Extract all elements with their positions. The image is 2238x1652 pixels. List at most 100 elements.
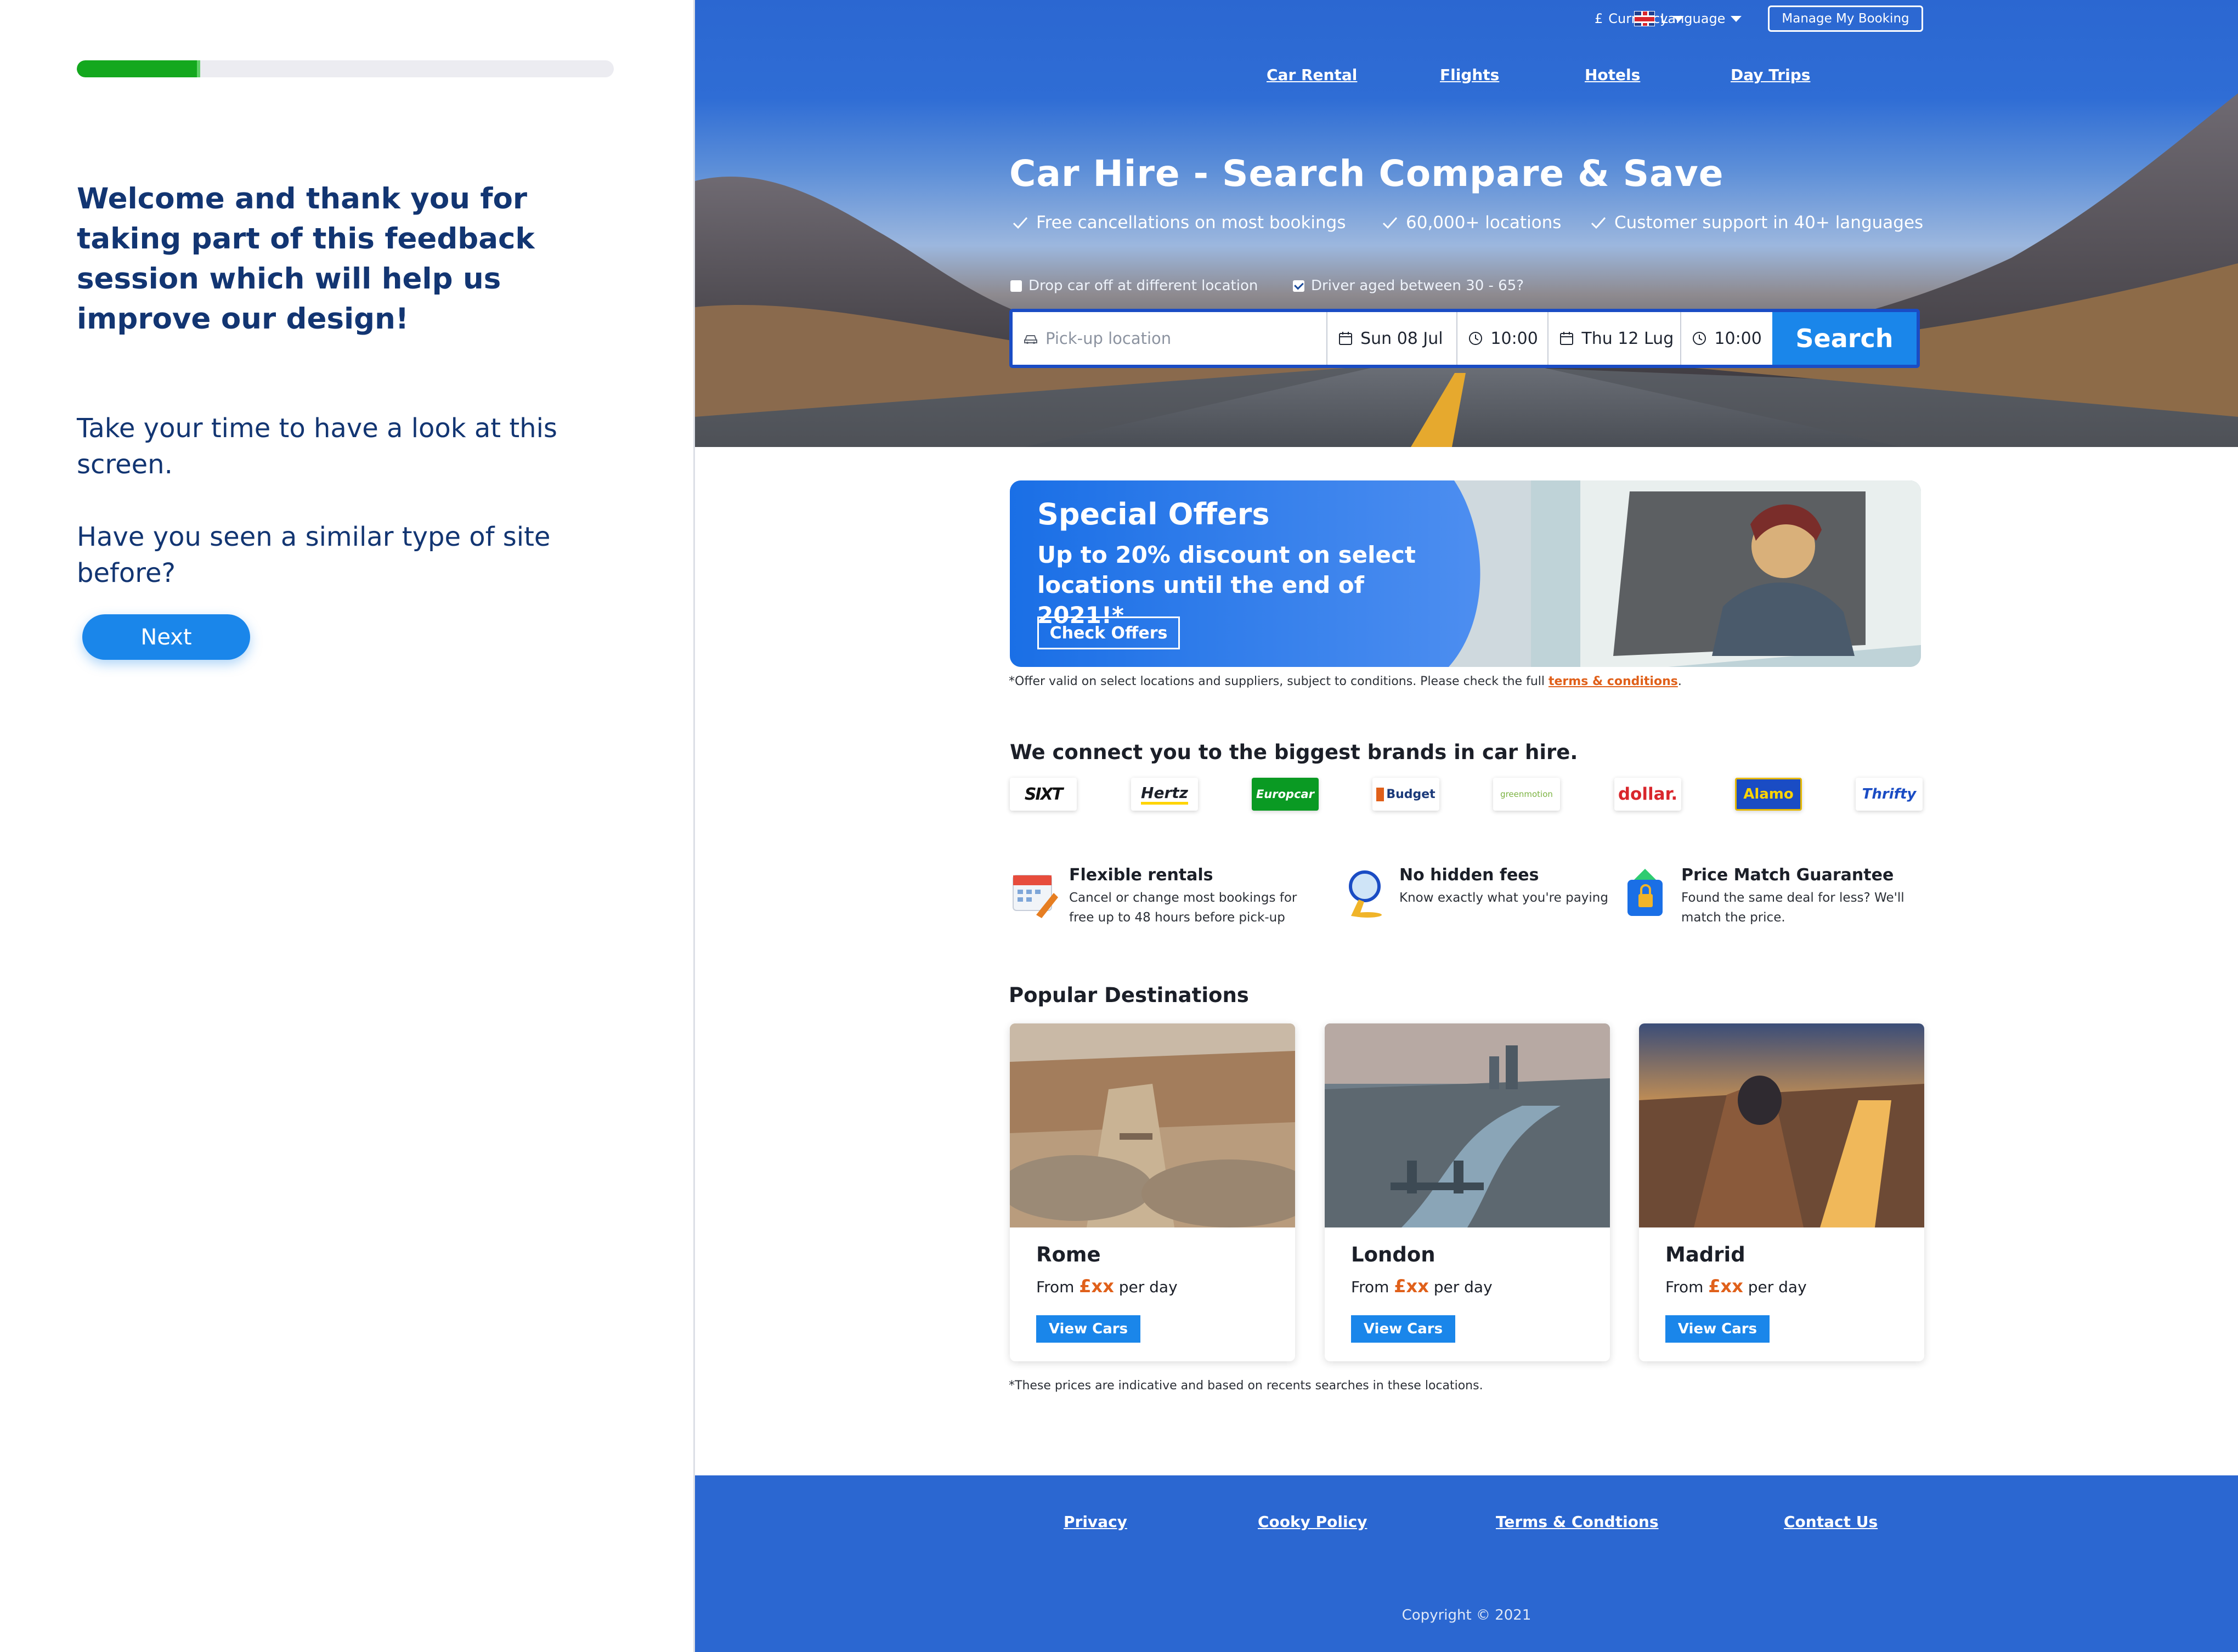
- price-prefix: From: [1351, 1278, 1389, 1296]
- offer-fineprint: *Offer valid on select locations and sup…: [1009, 675, 1682, 688]
- benefit-text: 60,000+ locations: [1406, 213, 1562, 233]
- destination-price: From £xx per day: [1665, 1276, 1807, 1297]
- clock-icon: [1693, 332, 1706, 345]
- price-prefix: From: [1665, 1278, 1704, 1296]
- clock-icon: [1469, 332, 1483, 345]
- manage-booking-button[interactable]: Manage My Booking: [1768, 5, 1923, 32]
- price-amount: £xx: [1079, 1276, 1114, 1297]
- rome-photo-image: [1010, 1023, 1295, 1227]
- brand-name: Hertz: [1141, 784, 1188, 805]
- footer-terms-link[interactable]: Terms & Condtions: [1496, 1513, 1659, 1531]
- search-button[interactable]: Search: [1772, 312, 1917, 365]
- nav-flights[interactable]: Flights: [1440, 66, 1499, 84]
- search-bar: Pick-up location Sun 08 Jul 10:00 Thu 12…: [1009, 309, 1920, 368]
- car-icon: [1024, 335, 1037, 344]
- site-footer: Privacy Cooky Policy Terms & Condtions C…: [695, 1475, 2238, 1652]
- pickup-location-placeholder: Pick-up location: [1045, 329, 1172, 348]
- view-cars-button[interactable]: View Cars: [1036, 1315, 1140, 1343]
- brand-name: Thrifty: [1862, 786, 1917, 802]
- feature-price-match: Price Match Guarantee Found the same dea…: [1622, 865, 1917, 927]
- price-suffix: per day: [1433, 1278, 1493, 1296]
- nav-hotels[interactable]: Hotels: [1585, 66, 1640, 84]
- currency-symbol: £: [1595, 11, 1603, 26]
- brand-name: Budget: [1376, 787, 1436, 801]
- brand-name: SIXT: [1024, 784, 1063, 804]
- price-amount: £xx: [1708, 1276, 1743, 1297]
- welcome-message: Welcome and thank you for taking part of…: [77, 182, 535, 336]
- brand-logo-greenmotion: greenmotion: [1493, 778, 1560, 811]
- copyright-text: Copyright © 2021: [1401, 1607, 1531, 1623]
- brand-logo-alamo: Alamo: [1735, 778, 1802, 811]
- dropoff-option-label: Drop car off at different location: [1028, 278, 1258, 294]
- nav-car-rental[interactable]: Car Rental: [1267, 66, 1357, 84]
- nav-day-trips[interactable]: Day Trips: [1731, 66, 1810, 84]
- footer-privacy-link[interactable]: Privacy: [1064, 1513, 1127, 1531]
- price-amount: £xx: [1394, 1276, 1429, 1297]
- question-prompt: Have you seen a similar type of site bef…: [77, 522, 551, 589]
- pickup-date-value: Sun 08 Jul: [1360, 329, 1443, 348]
- calendar-icon: [1560, 332, 1574, 345]
- brand-name: dollar.: [1618, 784, 1678, 804]
- check-icon: [1013, 217, 1028, 229]
- next-button[interactable]: Next: [82, 614, 250, 660]
- feature-text: Cancel or change most bookings for free …: [1069, 891, 1297, 925]
- destination-name: Madrid: [1665, 1243, 1745, 1266]
- price-suffix: per day: [1748, 1278, 1807, 1296]
- benefit-item: 60,000+ locations: [1382, 213, 1561, 233]
- footer-cookie-link[interactable]: Cooky Policy: [1258, 1513, 1367, 1531]
- benefit-text: Free cancellations on most bookings: [1036, 213, 1346, 233]
- price-suffix: per day: [1118, 1278, 1178, 1296]
- car-hire-site: £ Currency Language Manage My Booking Ca…: [695, 0, 2238, 1652]
- feature-flexible-rentals: Flexible rentals Cancel or change most b…: [1010, 865, 1299, 927]
- survey-panel: Welcome and thank you for taking part of…: [0, 0, 695, 1652]
- brand-name: greenmotion: [1500, 789, 1553, 799]
- footer-contact-link[interactable]: Contact Us: [1784, 1513, 1878, 1531]
- uk-flag-icon: [1634, 11, 1655, 26]
- brand-logo-thrifty: Thrifty: [1856, 778, 1923, 811]
- dropoff-checkbox[interactable]: [1010, 280, 1022, 292]
- london-photo-image: [1325, 1023, 1610, 1227]
- view-cars-button[interactable]: View Cars: [1665, 1315, 1770, 1343]
- magnifier-icon: [1349, 870, 1382, 918]
- check-icon: [1382, 217, 1398, 229]
- wallet-lock-icon: [1627, 869, 1663, 916]
- pickup-date-field[interactable]: Sun 08 Jul: [1327, 312, 1458, 365]
- pickup-time-field[interactable]: 10:00: [1457, 312, 1549, 365]
- prices-note: *These prices are indicative and based o…: [1009, 1379, 1483, 1393]
- special-offers-banner: Special Offers Up to 20% discount on sel…: [1010, 480, 1921, 667]
- pickup-location-input[interactable]: Pick-up location: [1013, 312, 1328, 365]
- brand-name: Europcar: [1256, 788, 1315, 801]
- feature-title: No hidden fees: [1399, 865, 1539, 885]
- madrid-photo-image: [1639, 1023, 1924, 1227]
- dropoff-date-value: Thu 12 Lug: [1581, 329, 1674, 348]
- check-icon: [1591, 217, 1606, 229]
- chevron-down-icon: [1731, 15, 1742, 22]
- view-cars-button[interactable]: View Cars: [1351, 1315, 1455, 1343]
- calendar-icon: [1013, 875, 1058, 918]
- hero-title: Car Hire - Search Compare & Save: [1009, 152, 1724, 195]
- dropoff-time-value: 10:00: [1714, 329, 1762, 348]
- brand-name: Alamo: [1743, 786, 1794, 802]
- destination-card: Madrid From £xx per day View Cars: [1639, 1023, 1924, 1361]
- brand-logo-sixt: SIXT: [1010, 778, 1077, 811]
- price-prefix: From: [1036, 1278, 1075, 1296]
- offer-fineprint-end: .: [1677, 675, 1682, 688]
- destination-card: London From £xx per day View Cars: [1325, 1023, 1610, 1361]
- pickup-time-value: 10:00: [1490, 329, 1538, 348]
- driver-age-checkbox[interactable]: [1293, 280, 1304, 292]
- terms-link[interactable]: terms & conditions: [1548, 675, 1678, 688]
- destination-name: London: [1351, 1243, 1436, 1266]
- benefit-item: Customer support in 40+ languages: [1590, 213, 1923, 233]
- dropoff-time-field[interactable]: 10:00: [1681, 312, 1772, 365]
- check-offers-button[interactable]: Check Offers: [1037, 616, 1180, 649]
- feature-title: Flexible rentals: [1069, 865, 1213, 885]
- offer-title: Special Offers: [1037, 497, 1270, 531]
- brands-heading: We connect you to the biggest brands in …: [1010, 740, 1578, 764]
- destination-card: Rome From £xx per day View Cars: [1010, 1023, 1295, 1361]
- driver-age-option[interactable]: Driver aged between 30 - 65?: [1293, 278, 1524, 294]
- language-selector[interactable]: Language: [1634, 9, 1742, 29]
- progress-fill: [77, 60, 201, 77]
- dropoff-date-field[interactable]: Thu 12 Lug: [1548, 312, 1682, 365]
- driver-age-label: Driver aged between 30 - 65?: [1311, 278, 1524, 294]
- dropoff-different-option[interactable]: Drop car off at different location: [1010, 278, 1258, 294]
